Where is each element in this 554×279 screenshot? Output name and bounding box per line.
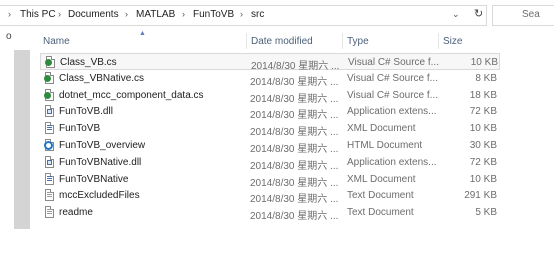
search-placeholder: Sea — [522, 9, 540, 20]
file-row[interactable]: Class_VBNative.cs 2014/8/30 星期六 ... Visual… — [40, 70, 500, 88]
file-type: Text Document — [347, 190, 414, 202]
file-name: mccExcludedFiles — [59, 190, 140, 202]
column-divider[interactable] — [342, 33, 343, 49]
file-name: FunToVB.dll — [59, 106, 113, 118]
file-date-modified: 2014/8/30 星期六 ... — [250, 93, 339, 105]
file-name: readme — [59, 207, 93, 219]
dll-file-icon — [44, 105, 55, 118]
file-type: Application extens... — [347, 156, 437, 168]
column-divider[interactable] — [246, 33, 247, 49]
file-size: 30 KB — [469, 139, 497, 151]
sort-ascending-icon: ▲ — [139, 30, 146, 37]
file-date-modified: 2014/8/30 星期六 ... — [250, 143, 339, 155]
file-type: Text Document — [347, 207, 414, 219]
file-date-modified: 2014/8/30 星期六 ... — [250, 160, 339, 172]
nav-pane-marker: o — [6, 31, 12, 42]
file-name: FunToVBNative.dll — [59, 156, 142, 168]
file-size: 72 KB — [469, 156, 497, 168]
file-row[interactable]: FunToVB 2014/8/30 星期六 ... XML Document 10 K… — [40, 120, 500, 139]
file-size: 18 KB — [469, 89, 497, 101]
navigation-pane-scrollbar[interactable] — [14, 50, 30, 229]
xml-file-icon — [44, 122, 55, 135]
chevron-right-icon[interactable]: › — [240, 9, 243, 19]
breadcrumb-src[interactable]: src — [251, 9, 264, 20]
column-header-date-modified[interactable]: Date modified — [251, 36, 313, 47]
file-name: FunToVB_overview — [59, 139, 146, 151]
file-size: 10 KB — [469, 173, 497, 185]
file-row[interactable]: FunToVB_overview 2014/8/30 星期六 ... HTML Do… — [40, 137, 500, 155]
file-type: Visual C# Source f... — [348, 57, 439, 68]
file-row[interactable]: Class_VB.cs 2014/8/30 星期六 ... Visual C# So… — [40, 53, 500, 72]
file-type: XML Document — [347, 173, 416, 185]
file-type: Visual C# Source f... — [347, 89, 438, 101]
file-size: 291 KB — [464, 190, 497, 202]
file-row[interactable]: dotnet_mcc_component_data.cs 2014/8/30 星期… — [40, 87, 500, 105]
chevron-right-icon[interactable]: › — [58, 9, 61, 19]
text-file-icon — [44, 206, 55, 219]
chevron-right-icon[interactable]: › — [182, 9, 185, 19]
file-row[interactable]: FunToVB.dll 2014/8/30 星期六 ... Application … — [40, 103, 500, 122]
file-name: Class_VB.cs — [60, 57, 117, 68]
breadcrumb-funtovb[interactable]: FunToVB — [193, 9, 234, 20]
file-type: Visual C# Source f... — [347, 72, 438, 84]
file-size: 10 KB — [470, 57, 498, 68]
file-list: Class_VB.cs 2014/8/30 星期六 ... Visual C# So… — [40, 53, 500, 223]
file-type: HTML Document — [347, 139, 423, 151]
file-date-modified: 2014/8/30 星期六 ... — [250, 110, 339, 122]
file-date-modified: 2014/8/30 星期六 ... — [250, 76, 339, 88]
file-date-modified: 2014/8/30 星期六 ... — [250, 194, 339, 206]
address-history-dropdown-icon[interactable]: ⌄ — [452, 9, 460, 20]
breadcrumb-matlab[interactable]: MATLAB — [136, 9, 175, 20]
column-header-size[interactable]: Size — [443, 36, 462, 47]
file-name: Class_VBNative.cs — [59, 72, 145, 84]
file-name: dotnet_mcc_component_data.cs — [59, 89, 204, 101]
file-type: XML Document — [347, 123, 416, 135]
csharp-file-icon — [44, 71, 55, 84]
file-name: FunToVB — [59, 123, 101, 135]
column-divider[interactable] — [438, 33, 439, 49]
file-row[interactable]: FunToVBNative.dll 2014/8/30 星期六 ... Applic… — [40, 154, 500, 172]
csharp-file-icon — [45, 56, 56, 68]
file-size: 5 KB — [475, 207, 497, 219]
column-header-name[interactable]: Name — [43, 36, 70, 47]
csharp-file-icon — [44, 88, 55, 101]
refresh-icon[interactable]: ↻ — [474, 7, 483, 20]
file-row[interactable]: readme 2014/8/30 星期六 ... Text Document 5 KB — [40, 204, 500, 223]
file-row[interactable]: FunToVBNative 2014/8/30 星期六 ... XML Docume… — [40, 171, 500, 189]
file-date-modified: 2014/8/30 星期六 ... — [250, 177, 339, 189]
breadcrumb-this-pc[interactable]: This PC — [20, 9, 56, 20]
dll-file-icon — [44, 155, 55, 168]
html-file-icon — [44, 138, 55, 151]
file-type: Application extens... — [347, 106, 437, 118]
file-date-modified: 2014/8/30 星期六 ... — [250, 211, 339, 223]
xml-file-icon — [44, 172, 55, 185]
file-size: 72 KB — [469, 106, 497, 118]
file-name: FunToVBNative — [59, 173, 129, 185]
breadcrumb-documents[interactable]: Documents — [68, 9, 119, 20]
column-header-type[interactable]: Type — [347, 36, 369, 47]
address-root-chevron[interactable]: › — [8, 9, 11, 19]
text-file-icon — [44, 189, 55, 202]
file-date-modified: 2014/8/30 星期六 ... — [250, 127, 339, 139]
chevron-right-icon[interactable]: › — [125, 9, 128, 19]
file-size: 8 KB — [475, 72, 497, 84]
file-size: 10 KB — [469, 123, 497, 135]
file-row[interactable]: mccExcludedFiles 2014/8/30 星期六 ... Text Do… — [40, 187, 500, 206]
address-bar-row: › This PC › Documents › MATLAB › FunToVB… — [0, 0, 554, 30]
